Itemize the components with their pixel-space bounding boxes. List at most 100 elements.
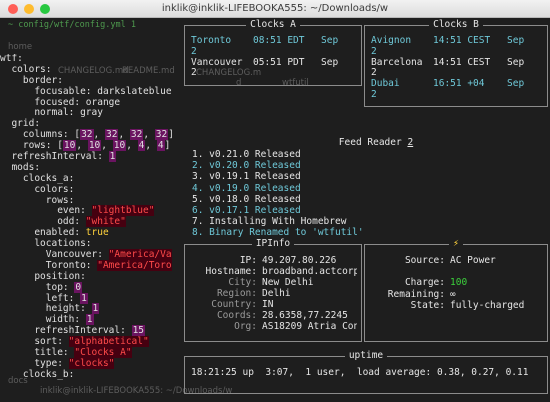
clock-b-spacer (507, 90, 543, 101)
ipinfo-value: Delhi (262, 288, 291, 299)
uptime-widget[interactable]: uptime 18:21:25 up 3:07, 1 user, load av… (184, 350, 548, 394)
terminal-area[interactable]: ~ config/wtf/config.yml 1 CHANGELOG.md R… (0, 18, 550, 402)
config-token: 1 (108, 151, 117, 163)
clocks-b-list: Avignon 14:51 CEST Sep 2 Barcelona 14:51 CEST… (371, 35, 543, 101)
feed-item-list: 1. v0.21.0 Released 2. v0.20.0 Released 3.… (192, 149, 550, 239)
clock-b-city: Dubai (371, 78, 400, 90)
ipinfo-label: Country: (211, 299, 257, 310)
config-line: clocks_b: (0, 368, 178, 381)
clock-b-date: Sep (507, 35, 525, 46)
ipinfo-value: broadband.actcorp.i (262, 266, 357, 277)
feed-item[interactable]: 4. v0.19.0 Released (192, 183, 550, 194)
config-token: sort: (0, 336, 69, 348)
power-list: Source: AC Power Charge: 100 Remaining: … (369, 255, 543, 311)
config-token: "America/Va (108, 249, 172, 261)
ipinfo-list: IP: 49.207.80.226 Hostname: broadband.actco… (189, 255, 357, 332)
clock-a-date: Sep (321, 35, 339, 46)
power-state-label: State: (410, 299, 445, 311)
feed-item[interactable]: 1. v0.21.0 Released (192, 149, 550, 160)
power-widget[interactable]: ⚡ Source: AC Power Charge: 100 Remaining… (364, 238, 548, 342)
config-token: refreshInterval: (0, 151, 109, 163)
config-token: 10 (87, 140, 102, 152)
config-file-view: wtf: colors: border: focusable: darkslat… (0, 54, 178, 394)
feed-item[interactable]: 3. v0.19.1 Released (192, 171, 550, 182)
config-token: ] (164, 140, 171, 152)
ipinfo-widget[interactable]: IPInfo IP: 49.207.80.226 Hostname: broadban… (184, 238, 362, 342)
power-state-value: fully-charged (450, 299, 525, 311)
config-token: 15 (131, 325, 146, 337)
uptime-title: uptime (344, 350, 388, 361)
clock-a-date: Sep (321, 56, 339, 68)
config-token: ] (168, 129, 174, 141)
config-token: , (145, 140, 157, 152)
feed-item[interactable]: 6. v0.17.1 Released (192, 205, 550, 216)
ipinfo-value: New Delhi (262, 277, 314, 288)
config-token: type: (0, 357, 69, 369)
config-token: clocks_b: (0, 368, 75, 380)
ipinfo-value: IN (262, 299, 274, 310)
feed-reader-title: Feed Reader (338, 137, 402, 148)
window-titlebar: inklik@inklik-LIFEBOOKA555: ~/Downloads/… (0, 0, 550, 18)
config-token: 10 (112, 140, 127, 152)
feed-item[interactable]: 8. Binary Renamed to 'wtfutil' (192, 227, 550, 238)
clock-b-time: 14:51 CEST (433, 35, 491, 46)
config-token: 32 (80, 129, 94, 141)
clocks-b-title: Clocks B (429, 19, 483, 30)
config-token: 1 (85, 314, 94, 326)
clock-a-spacer (253, 68, 315, 79)
clock-a-day: 2 (191, 45, 197, 57)
clock-b-date: Sep (507, 56, 525, 68)
config-token: 32 (154, 129, 169, 141)
config-token: , (118, 129, 130, 141)
clock-a-spacer (321, 68, 357, 79)
config-token: , (126, 140, 138, 152)
clock-a-time: 05:51 PDT (253, 56, 305, 68)
config-token: grid: (0, 118, 41, 130)
ipinfo-label: Coords: (216, 310, 257, 321)
config-token: , (93, 129, 105, 141)
config-token: clocks_a: (0, 172, 75, 184)
config-token: colors: (0, 63, 52, 75)
clocks-a-widget[interactable]: Clocks A Toronto 08:51 EDT Sep 2 Vancouver 05… (184, 19, 362, 86)
feed-item[interactable]: 5. v0.18.0 Released (192, 194, 550, 205)
config-token: even: (0, 205, 92, 217)
config-token: locations: (0, 238, 92, 250)
config-token: focused: orange (0, 96, 121, 108)
config-token: "white" (85, 216, 126, 228)
config-token: width: (0, 314, 86, 326)
config-token: title: (0, 347, 75, 359)
clock-b-city: Barcelona (371, 56, 423, 68)
feed-reader-count: 2 (407, 137, 414, 148)
feed-item[interactable]: 7. Installing With Homebrew (192, 216, 550, 227)
config-token: 32 (129, 129, 144, 141)
config-token: left: (0, 292, 81, 304)
config-token: position: (0, 270, 86, 282)
feed-item[interactable]: 2. v0.20.0 Released (192, 160, 550, 171)
clock-b-spacer (433, 47, 501, 58)
config-token: refreshInterval: (0, 325, 132, 337)
config-token: , (143, 129, 155, 141)
config-token: , (76, 140, 88, 152)
ipinfo-label: IP: (239, 255, 257, 266)
clocks-a-list: Toronto 08:51 EDT Sep 2 Vancouver 05:51 PDT Se… (191, 35, 357, 79)
config-token: , (101, 140, 113, 152)
background-file-path: ~ config/wtf/config.yml 1 (8, 20, 136, 30)
ipinfo-label: Region: (216, 288, 257, 299)
window-title: inklik@inklik-LIFEBOOKA555: ~/Downloads/… (161, 3, 389, 14)
config-token: 10 (62, 140, 77, 152)
config-token: mods: (0, 161, 41, 173)
config-token: "Clocks A" (74, 347, 132, 359)
config-token: Toronto: (0, 259, 98, 271)
config-token: 1 (91, 303, 100, 315)
clock-a-spacer (253, 47, 315, 58)
ipinfo-value: 49.207.80.226 (262, 255, 337, 266)
ipinfo-value: AS18209 Atria Conve (262, 321, 357, 332)
lightning-icon: ⚡ (449, 238, 463, 249)
ipinfo-value: 28.6358,77.2245 (262, 310, 348, 321)
ipinfo-label: City: (228, 277, 257, 288)
feed-reader-widget[interactable]: Feed Reader 2 1. v0.21.0 Released 2. v0.2… (192, 137, 550, 239)
clocks-b-widget[interactable]: Clocks B Avignon 14:51 CEST Sep 2 Barcelona 1… (364, 19, 548, 107)
config-token: 32 (104, 129, 119, 141)
clock-a-spacer (321, 47, 357, 58)
config-token: true (85, 227, 109, 239)
